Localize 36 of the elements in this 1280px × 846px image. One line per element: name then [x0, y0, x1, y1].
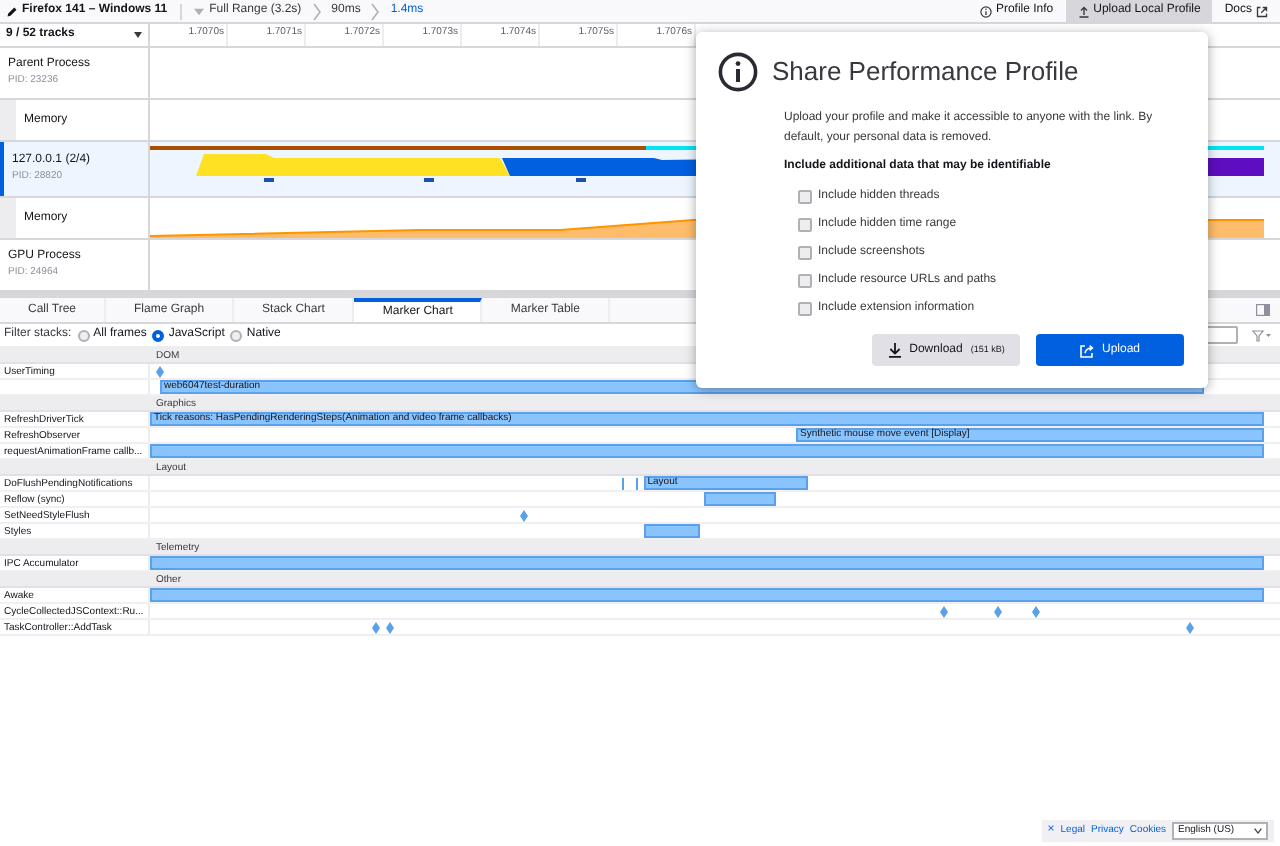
- pencil-icon: [6, 5, 18, 17]
- radio-button[interactable]: [77, 329, 90, 341]
- marker-bar[interactable]: [643, 524, 701, 538]
- marker-diamond-icon[interactable]: [520, 510, 529, 522]
- instant-marker[interactable]: [622, 478, 625, 490]
- marker-diamond-icon[interactable]: [993, 606, 1002, 618]
- marker-bar[interactable]: [150, 444, 1264, 458]
- caret-icon: [134, 32, 142, 38]
- marker-diamond-icon[interactable]: [156, 366, 164, 378]
- marker-diamond-icon[interactable]: [1186, 622, 1195, 634]
- marker-bar[interactable]: [150, 556, 1264, 570]
- external-link-icon: [1256, 5, 1268, 17]
- marker-diamond-icon[interactable]: [1031, 606, 1040, 618]
- checkbox[interactable]: [798, 302, 812, 316]
- radio-button[interactable]: [230, 329, 243, 341]
- sidebar-toggle-icon[interactable]: [1256, 304, 1270, 316]
- share-icon: [1079, 343, 1094, 357]
- funnel-icon[interactable]: [193, 7, 204, 15]
- instant-marker[interactable]: [635, 478, 638, 490]
- chevron-icon: [311, 1, 322, 21]
- info-icon: [979, 5, 992, 17]
- upload-icon: [1077, 5, 1090, 17]
- checkbox[interactable]: [798, 218, 812, 232]
- checkbox[interactable]: [798, 274, 812, 288]
- marker-bar[interactable]: [150, 588, 1264, 602]
- checkbox[interactable]: [798, 190, 812, 204]
- download-icon: [887, 342, 902, 358]
- checkbox[interactable]: [798, 246, 812, 260]
- radio-button[interactable]: [152, 329, 165, 341]
- filter-icon[interactable]: [1252, 329, 1272, 341]
- panel-title: Share Performance Profile: [772, 54, 1079, 91]
- info-icon: [718, 52, 758, 92]
- marker-diamond-icon[interactable]: [940, 606, 949, 618]
- marker-bar[interactable]: [703, 492, 777, 506]
- chevron-icon: [370, 1, 381, 21]
- caret-icon: [1254, 828, 1262, 834]
